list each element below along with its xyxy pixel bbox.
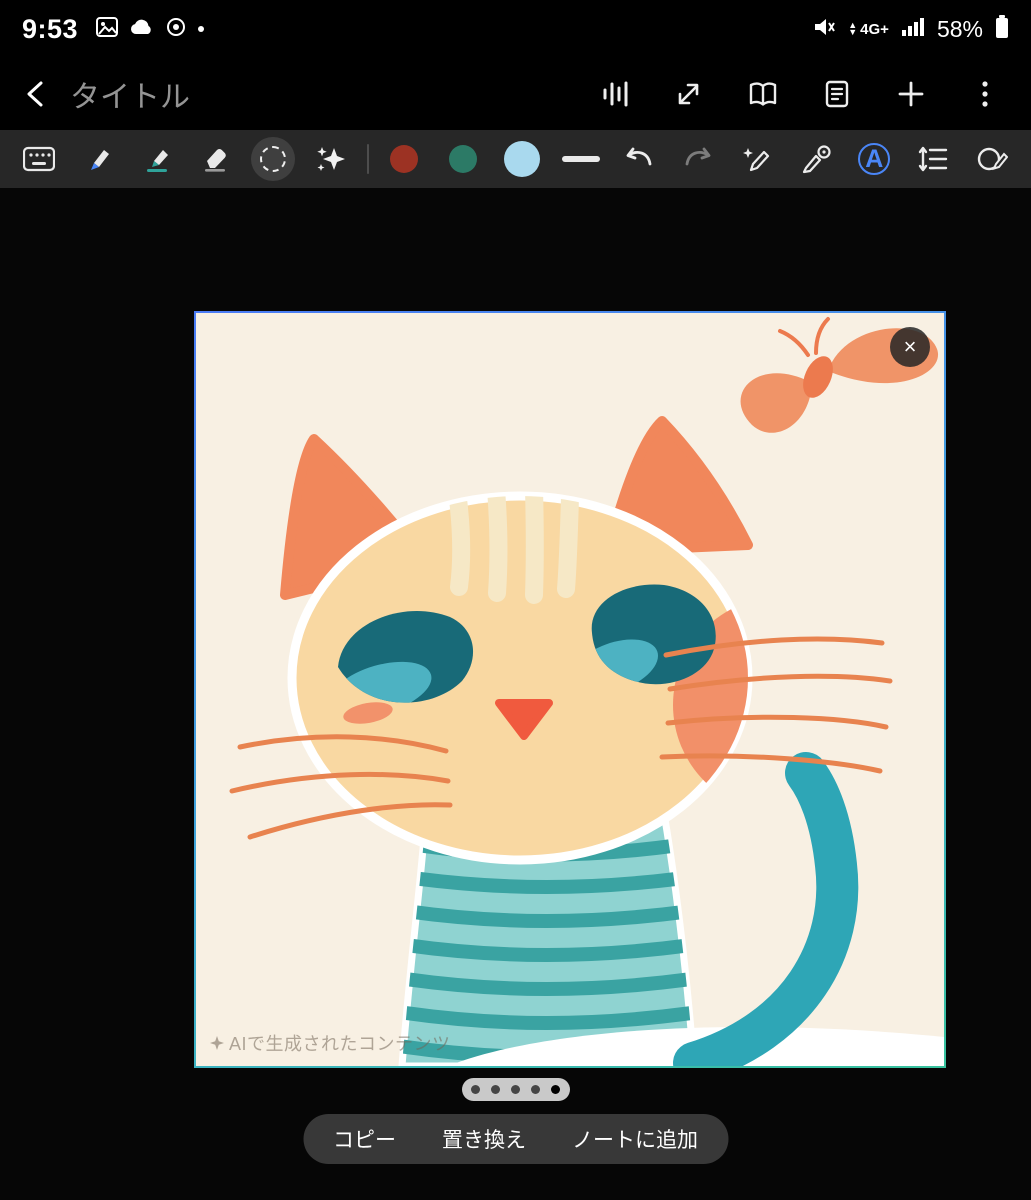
- page-dot[interactable]: [511, 1085, 520, 1094]
- keyboard-tool[interactable]: [16, 136, 62, 182]
- ai-watermark: AIで生成されたコンテンツ: [210, 1030, 451, 1056]
- gallery-icon: [96, 17, 118, 42]
- generated-image[interactable]: AIで生成されたコンテンツ ×: [196, 313, 944, 1066]
- pen-tool[interactable]: [75, 136, 121, 182]
- redo-button[interactable]: [675, 136, 721, 182]
- undo-button[interactable]: [616, 136, 662, 182]
- cloud-icon: [130, 18, 154, 41]
- clock: 9:53: [22, 14, 78, 45]
- add-icon[interactable]: [893, 76, 929, 112]
- toolbar-divider: [367, 144, 369, 174]
- color-swatch-red[interactable]: [381, 136, 427, 182]
- ai-pen-tool[interactable]: [734, 136, 780, 182]
- close-icon: ×: [904, 334, 917, 360]
- sparkle-icon: [210, 1036, 224, 1050]
- waveform-icon[interactable]: [597, 76, 633, 112]
- page-dot-active[interactable]: [551, 1085, 560, 1094]
- note-canvas[interactable]: AIで生成されたコンテンツ × コピー 置き換え ノートに追加: [0, 188, 1031, 1200]
- ai-sparkle-tool[interactable]: [308, 136, 354, 182]
- cat-illustration: [196, 313, 944, 1066]
- header: タイトル: [0, 58, 1031, 130]
- note-title[interactable]: タイトル: [70, 72, 597, 116]
- battery-icon: [995, 15, 1009, 44]
- battery-percent: 58%: [937, 16, 983, 43]
- pen-settings-tool[interactable]: [793, 136, 839, 182]
- shapes-tool[interactable]: [969, 136, 1015, 182]
- copy-button[interactable]: コピー: [333, 1124, 396, 1154]
- page-dot[interactable]: [471, 1085, 480, 1094]
- status-bar: 9:53 ▲▼ 4G+ 58%: [0, 0, 1031, 58]
- reader-icon[interactable]: [745, 76, 781, 112]
- eraser-tool[interactable]: [192, 136, 238, 182]
- stroke-width-tool[interactable]: [558, 136, 604, 182]
- line-spacing-tool[interactable]: [910, 136, 956, 182]
- color-swatch-teal[interactable]: [440, 136, 486, 182]
- page-indicator[interactable]: [462, 1078, 570, 1101]
- mute-icon: [812, 16, 836, 43]
- signal-icon: [901, 17, 925, 42]
- auto-format-icon: A: [858, 143, 890, 175]
- page-dot[interactable]: [531, 1085, 540, 1094]
- lasso-tool-selected[interactable]: [251, 137, 295, 181]
- lasso-icon: [260, 146, 286, 172]
- expand-icon[interactable]: [671, 76, 707, 112]
- highlighter-tool[interactable]: [134, 136, 180, 182]
- mobile-data-icon: ▲▼ 4G+: [848, 21, 889, 38]
- back-button[interactable]: [18, 76, 54, 112]
- replace-button[interactable]: 置き換え: [442, 1124, 526, 1154]
- add-to-note-button[interactable]: ノートに追加: [572, 1124, 698, 1154]
- notification-dot: [198, 26, 204, 32]
- page-dot[interactable]: [491, 1085, 500, 1094]
- watermark-text: AIで生成されたコンテンツ: [229, 1030, 451, 1056]
- camera-ring-icon: [166, 17, 186, 42]
- close-image-button[interactable]: ×: [890, 327, 930, 367]
- generated-image-selection[interactable]: AIで生成されたコンテンツ ×: [194, 311, 946, 1068]
- edit-toolbar: A: [0, 130, 1031, 188]
- document-icon[interactable]: [819, 76, 855, 112]
- image-action-bar: コピー 置き換え ノートに追加: [303, 1114, 728, 1164]
- color-swatch-blue-selected[interactable]: [499, 136, 545, 182]
- auto-format-tool[interactable]: A: [851, 136, 897, 182]
- more-icon[interactable]: [967, 76, 1003, 112]
